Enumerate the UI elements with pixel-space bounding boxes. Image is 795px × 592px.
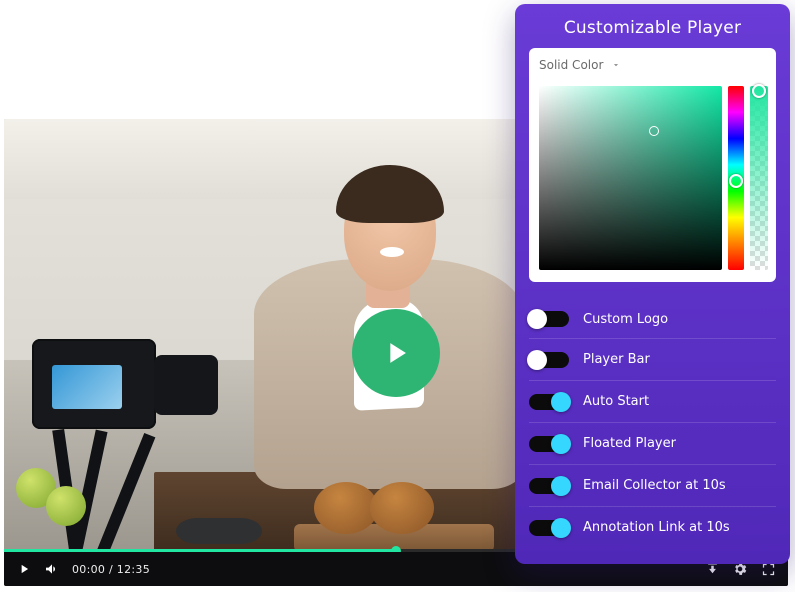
toggle-label: Annotation Link at 10s <box>583 520 776 535</box>
chevron-down-icon <box>611 60 621 70</box>
toggle-label: Floated Player <box>583 436 776 451</box>
color-mode-label: Solid Color <box>539 58 603 72</box>
alpha-handle[interactable] <box>752 84 766 98</box>
toggle-switch[interactable] <box>529 436 569 452</box>
toggle-label: Custom Logo <box>583 312 776 327</box>
toggle-switch[interactable] <box>529 394 569 410</box>
toggle-switch[interactable] <box>529 520 569 536</box>
saturation-handle[interactable] <box>649 126 659 136</box>
play-button[interactable] <box>352 309 440 397</box>
toggle-switch[interactable] <box>529 311 569 327</box>
toggle-row-custom-logo: Custom Logo <box>529 296 776 338</box>
alpha-slider[interactable] <box>750 86 768 270</box>
toggle-row-annotation-link-at-10s: Annotation Link at 10s <box>529 506 776 548</box>
toggle-row-email-collector-at-10s: Email Collector at 10s <box>529 464 776 506</box>
hue-slider[interactable] <box>728 86 744 270</box>
toggle-label: Email Collector at 10s <box>583 478 776 493</box>
play-icon <box>17 562 31 576</box>
toggle-list: Custom Logo Player Bar Auto Start Floated P… <box>529 296 776 548</box>
color-picker: Solid Color <box>529 48 776 282</box>
saturation-area[interactable] <box>539 86 722 270</box>
time-display: 00:00 / 12:35 <box>72 563 150 576</box>
toggle-label: Auto Start <box>583 394 776 409</box>
panel-title: Customizable Player <box>529 18 776 38</box>
play-small-button[interactable] <box>16 561 32 577</box>
toggle-row-player-bar: Player Bar <box>529 338 776 380</box>
toggle-switch[interactable] <box>529 478 569 494</box>
hue-handle[interactable] <box>729 174 743 188</box>
toggle-row-auto-start: Auto Start <box>529 380 776 422</box>
color-mode-select[interactable]: Solid Color <box>539 58 766 72</box>
customizable-player-panel: Customizable Player Solid Color Custom L… <box>515 4 790 564</box>
volume-icon <box>44 561 60 577</box>
play-icon <box>379 336 413 370</box>
toggle-switch[interactable] <box>529 352 569 368</box>
toggle-row-floated-player: Floated Player <box>529 422 776 464</box>
toggle-label: Player Bar <box>583 352 776 367</box>
volume-button[interactable] <box>44 561 60 577</box>
